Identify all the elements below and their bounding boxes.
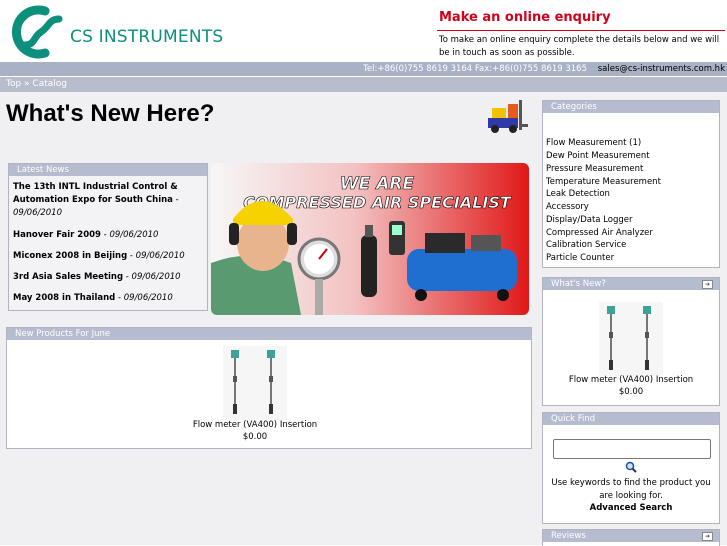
arrow-right-icon[interactable]: ➔ xyxy=(702,280,713,289)
whats-new-header: What's New? ➔ xyxy=(543,278,719,290)
news-item[interactable]: 3rd Asia Sales Meeting - 09/06/2010 xyxy=(13,271,205,284)
product-name-link[interactable]: Flow meter (VA400) Insertion xyxy=(543,375,719,385)
quick-find-header: Quick Find xyxy=(543,413,719,425)
category-link[interactable]: Compressed Air Analyzer xyxy=(546,228,653,238)
latest-news-box: Latest News The 13th INTL Industrial Con… xyxy=(8,163,208,311)
categories-box: Categories Flow Measurement (1) Dew Poin… xyxy=(542,100,720,268)
category-link[interactable]: Calibration Service xyxy=(546,240,626,250)
product-image[interactable] xyxy=(223,346,287,420)
category-link[interactable]: Accessory xyxy=(546,202,589,212)
contact-phones: Tel:+86(0)755 8619 3164 Fax:+86(0)755 86… xyxy=(363,64,587,74)
category-link[interactable]: Pressure Measurement xyxy=(546,164,643,174)
banner-line1: WE ARE xyxy=(340,174,415,194)
news-item-title: Miconex 2008 in Beijing xyxy=(13,251,128,261)
whats-new-box: What's New? ➔ Flow meter (VA400) Inserti… xyxy=(542,277,720,406)
news-item[interactable]: The 13th INTL Industrial Control & Autom… xyxy=(13,181,205,220)
cs-logo-icon[interactable] xyxy=(5,5,65,59)
product-image[interactable] xyxy=(599,302,663,376)
arrow-right-icon[interactable]: ➔ xyxy=(702,532,713,541)
latest-news-header: Latest News xyxy=(9,164,207,176)
advanced-search-link[interactable]: Advanced Search xyxy=(549,503,713,513)
breadcrumb[interactable]: Top » Catalog xyxy=(6,79,67,89)
news-item-title: 3rd Asia Sales Meeting xyxy=(13,272,124,282)
site-header: CS INSTRUMENTS Make an online enquiry To… xyxy=(0,0,727,62)
news-item-title: May 2008 in Thailand xyxy=(13,293,116,303)
news-item-date: 09/06/2010 xyxy=(13,208,62,218)
enquiry-title[interactable]: Make an online enquiry xyxy=(439,10,611,25)
category-link[interactable]: Leak Detection xyxy=(546,189,610,199)
new-products-header: New Products For June xyxy=(7,328,531,340)
whats-new-title: What's New? xyxy=(551,279,606,289)
category-link[interactable]: Flow Measurement (1) xyxy=(546,138,641,148)
search-input[interactable] xyxy=(553,439,711,459)
reviews-title: Reviews xyxy=(551,531,586,541)
new-products-box: New Products For June Flow meter (VA400)… xyxy=(6,327,532,449)
page-title: What's New Here? xyxy=(6,100,215,127)
enquiry-divider xyxy=(437,30,725,31)
category-link[interactable]: Dew Point Measurement xyxy=(546,151,650,161)
banner-line2: COMPRESSED AIR SPECIALIST xyxy=(243,193,512,212)
news-item[interactable]: May 2008 in Thailand - 09/06/2010 xyxy=(13,292,205,305)
quick-find-box: Quick Find Use keywords to find the prod… xyxy=(542,412,720,524)
news-item-date: 09/06/2010 xyxy=(131,272,181,282)
news-item[interactable]: Miconex 2008 in Beijing - 09/06/2010 xyxy=(13,250,205,263)
promo-banner[interactable]: WE ARE COMPRESSED AIR SPECIALIST xyxy=(211,163,529,315)
forklift-icon xyxy=(488,100,528,133)
enquiry-text: To make an online enquiry complete the d… xyxy=(439,35,720,58)
reviews-box: Reviews ➔ xyxy=(542,529,720,546)
product-name-link[interactable]: Flow meter (VA400) Insertion xyxy=(187,420,323,430)
news-item-date: 09/06/2010 xyxy=(123,293,173,303)
category-link[interactable]: Particle Counter xyxy=(546,253,614,263)
news-item-date: 09/06/2010 xyxy=(135,251,185,261)
news-item[interactable]: Hanover Fair 2009 - 09/06/2010 xyxy=(13,229,205,242)
product-price: $0.00 xyxy=(242,432,268,442)
contact-bar: Tel:+86(0)755 8619 3164 Fax:+86(0)755 86… xyxy=(0,62,727,76)
news-item-title: The 13th INTL Industrial Control & Autom… xyxy=(13,182,178,205)
category-link[interactable]: Display/Data Logger xyxy=(546,215,633,225)
category-link[interactable]: Temperature Measurement xyxy=(546,177,661,187)
breadcrumb-bar: Top » Catalog xyxy=(0,77,727,92)
news-item-date: 09/06/2010 xyxy=(109,230,159,240)
search-icon[interactable] xyxy=(625,461,637,473)
contact-email-link[interactable]: sales@cs-instruments.com.hk xyxy=(598,64,725,74)
product-price: $0.00 xyxy=(618,387,644,397)
quick-find-help: Use keywords to find the product you are… xyxy=(551,478,711,501)
brand-name: CS INSTRUMENTS xyxy=(70,27,224,47)
categories-header: Categories xyxy=(543,101,719,113)
reviews-header: Reviews ➔ xyxy=(543,530,719,542)
news-item-title: Hanover Fair 2009 xyxy=(13,230,101,240)
